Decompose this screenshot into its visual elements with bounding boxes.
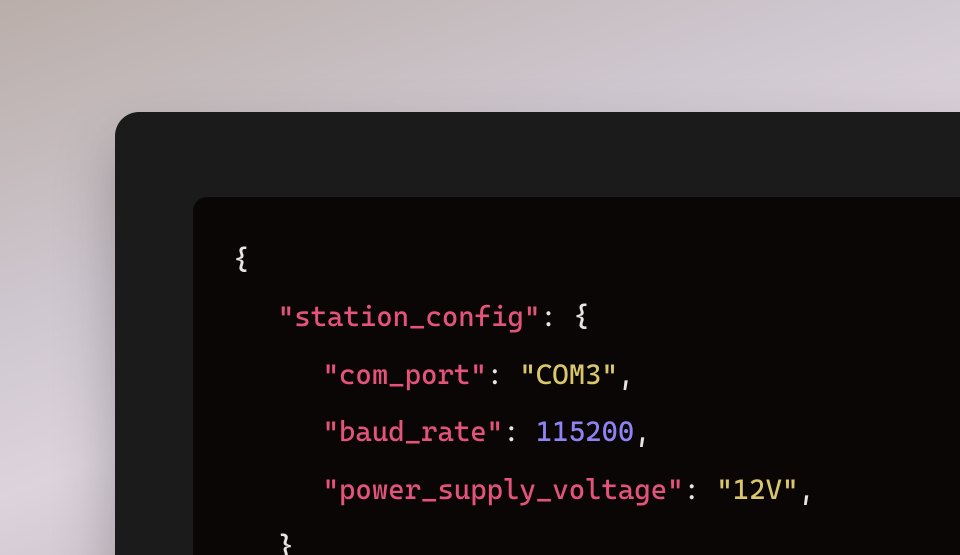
punct: ,	[618, 358, 634, 391]
app-window: { "station_config": { "com_port": "COM3"…	[115, 112, 960, 555]
json-number: 115200	[536, 415, 634, 448]
desktop-background: { "station_config": { "com_port": "COM3"…	[0, 0, 960, 555]
code-line: "com_port": "COM3",	[233, 346, 960, 403]
brace-close: }	[278, 530, 294, 555]
punct: ,	[798, 473, 814, 506]
json-key-com-port: "com_port"	[323, 358, 487, 391]
json-key-baud-rate: "baud_rate"	[323, 415, 503, 448]
json-string: "12V"	[716, 473, 798, 506]
punct: ,	[634, 415, 650, 448]
code-line: "baud_rate": 115200,	[233, 403, 960, 460]
brace-open: {	[233, 243, 249, 276]
json-key-power-supply-voltage: "power_supply_voltage"	[323, 473, 684, 506]
punct: :	[503, 415, 536, 448]
json-string: "COM3"	[519, 358, 617, 391]
code-line: {	[233, 231, 960, 288]
punct: : {	[540, 300, 589, 333]
code-editor[interactable]: { "station_config": { "com_port": "COM3"…	[193, 197, 960, 555]
code-line: }	[233, 518, 960, 555]
punct: :	[487, 358, 520, 391]
code-line: "power_supply_voltage": "12V",	[233, 461, 960, 518]
json-key-station-config: "station_config"	[278, 300, 541, 333]
code-line: "station_config": {	[233, 288, 960, 345]
punct: :	[684, 473, 717, 506]
